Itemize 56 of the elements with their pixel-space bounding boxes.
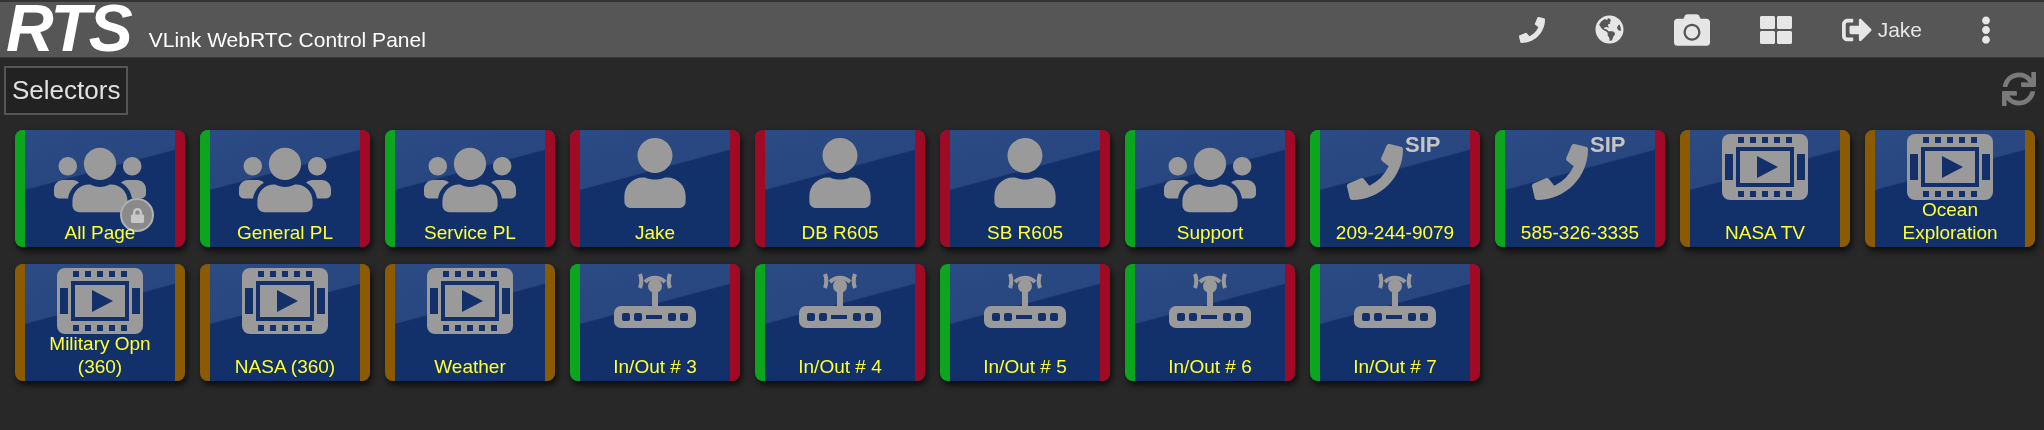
- tile-label: In/Out # 5: [983, 355, 1067, 378]
- tile-label: DB R605: [801, 221, 879, 244]
- selector-tile[interactable]: In/Out # 7: [1310, 264, 1480, 381]
- selector-tile[interactable]: Ocean Exploration: [1865, 130, 2035, 247]
- selector-tile[interactable]: NASA (360): [200, 264, 370, 381]
- film-icon: [1722, 134, 1808, 200]
- selector-tile[interactable]: SIP 585-326-3335: [1495, 130, 1665, 247]
- tile-label: Military Opn (360): [48, 332, 152, 378]
- selector-tile[interactable]: In/Out # 5: [940, 264, 1110, 381]
- tile-label: All Page: [64, 221, 136, 244]
- selector-tile[interactable]: Service PL: [385, 130, 555, 247]
- tile-label: NASA (360): [234, 355, 336, 378]
- selector-tile[interactable]: Jake: [570, 130, 740, 247]
- selector-tile[interactable]: In/Out # 3: [570, 264, 740, 381]
- section-title: Selectors: [4, 66, 129, 115]
- layout-grid-icon[interactable]: [1759, 13, 1792, 46]
- sip-label: SIP: [1405, 134, 1441, 156]
- tile-label: Weather: [434, 355, 506, 378]
- logo: RTS: [6, 0, 131, 61]
- phone-icon: [1347, 144, 1403, 200]
- selector-tile[interactable]: Support: [1125, 130, 1295, 247]
- film-icon: [427, 268, 513, 334]
- tile-label: NASA TV: [1725, 221, 1805, 244]
- selector-tile[interactable]: NASA TV: [1680, 130, 1850, 247]
- tile-label: In/Out # 7: [1353, 355, 1437, 378]
- app-title: VLink WebRTC Control Panel: [148, 26, 426, 53]
- tile-label: 585-326-3335: [1520, 221, 1640, 244]
- sip-label: SIP: [1590, 134, 1626, 156]
- film-icon: [1907, 134, 1993, 200]
- film-icon: [242, 268, 328, 334]
- film-icon: [57, 268, 143, 334]
- selector-tile[interactable]: In/Out # 4: [755, 264, 925, 381]
- phone-icon[interactable]: [1518, 16, 1545, 43]
- tile-label: Jake: [634, 221, 676, 244]
- tile-label: In/Out # 3: [613, 355, 697, 378]
- tile-label: Support: [1176, 221, 1244, 244]
- selector-tile[interactable]: In/Out # 6: [1125, 264, 1295, 381]
- tile-label: General PL: [236, 221, 334, 244]
- tile-label: Ocean Exploration: [1901, 198, 1999, 244]
- camera-icon[interactable]: [1673, 11, 1710, 48]
- globe-icon[interactable]: [1594, 15, 1624, 44]
- selector-tile[interactable]: DB R605: [755, 130, 925, 247]
- selector-tile[interactable]: Weather: [385, 264, 555, 381]
- selector-tile[interactable]: All Page: [15, 130, 185, 247]
- refresh-icon[interactable]: [2002, 72, 2036, 106]
- tile-label: 209-244-9079: [1335, 221, 1455, 244]
- tile-label: SB R605: [986, 221, 1063, 244]
- selector-tile[interactable]: SB R605: [940, 130, 1110, 247]
- logout-button[interactable]: Jake: [1841, 13, 1922, 46]
- tile-label: In/Out # 4: [798, 355, 882, 378]
- selector-tile[interactable]: SIP 209-244-9079: [1310, 130, 1480, 247]
- tile-label: In/Out # 6: [1168, 355, 1252, 378]
- selector-tile[interactable]: General PL: [200, 130, 370, 247]
- phone-icon: [1532, 144, 1588, 200]
- selector-tile[interactable]: Military Opn (360): [15, 264, 185, 381]
- tile-label: Service PL: [424, 221, 516, 244]
